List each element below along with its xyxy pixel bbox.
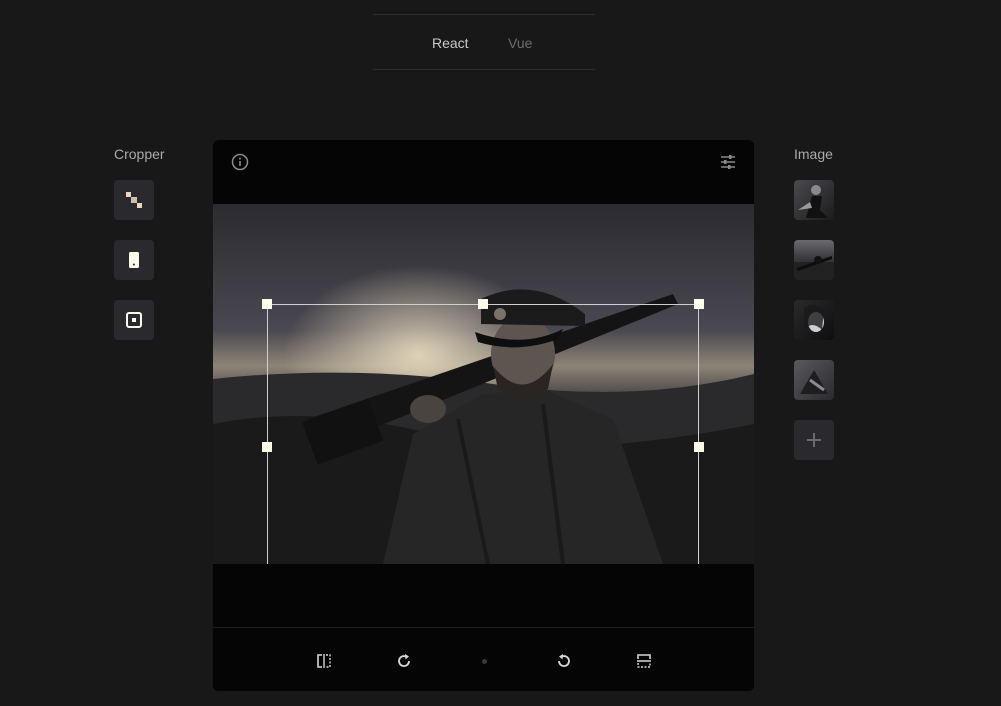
flip-horizontal-icon[interactable] (315, 652, 333, 670)
thumbnail-4-image (800, 370, 828, 394)
square-target-icon (126, 312, 142, 328)
rotate-left-icon[interactable] (555, 652, 573, 670)
crop-handle-top[interactable] (478, 299, 488, 309)
editor-toolbar (213, 627, 754, 691)
framework-tabs: React Vue (373, 14, 595, 70)
thumbnail-4[interactable] (794, 360, 834, 400)
crop-handle-top-right[interactable] (694, 299, 704, 309)
tab-vue[interactable]: Vue (508, 35, 532, 51)
rotate-right-icon[interactable] (395, 652, 413, 670)
crop-handle-left[interactable] (262, 442, 272, 452)
square-crop-button[interactable] (114, 300, 154, 340)
image-title: Image (794, 146, 833, 162)
add-image-button[interactable] (794, 420, 834, 460)
thumbnail-2-image (794, 256, 834, 280)
thumbnail-2[interactable] (794, 240, 834, 280)
photo-canvas[interactable] (213, 204, 754, 564)
crop-handle-top-left[interactable] (262, 299, 272, 309)
phone-portrait-icon (129, 252, 139, 268)
thumbnail-3-image (804, 304, 824, 332)
sliders-icon[interactable] (719, 153, 737, 171)
diagonal-crop-icon (126, 192, 142, 208)
tab-react[interactable]: React (432, 35, 469, 51)
crop-area[interactable] (267, 304, 699, 564)
thumbnail-1-image (798, 185, 828, 218)
thumbnail-1[interactable] (794, 180, 834, 220)
portrait-crop-button[interactable] (114, 240, 154, 280)
thumbnail-3[interactable] (794, 300, 834, 340)
free-crop-button[interactable] (114, 180, 154, 220)
toolbar-separator-dot (482, 659, 487, 664)
info-icon[interactable] (231, 153, 249, 171)
image-editor (213, 140, 754, 691)
flip-vertical-icon[interactable] (635, 652, 653, 670)
plus-icon (807, 433, 821, 447)
cropper-title: Cropper (114, 146, 165, 162)
crop-handle-right[interactable] (694, 442, 704, 452)
